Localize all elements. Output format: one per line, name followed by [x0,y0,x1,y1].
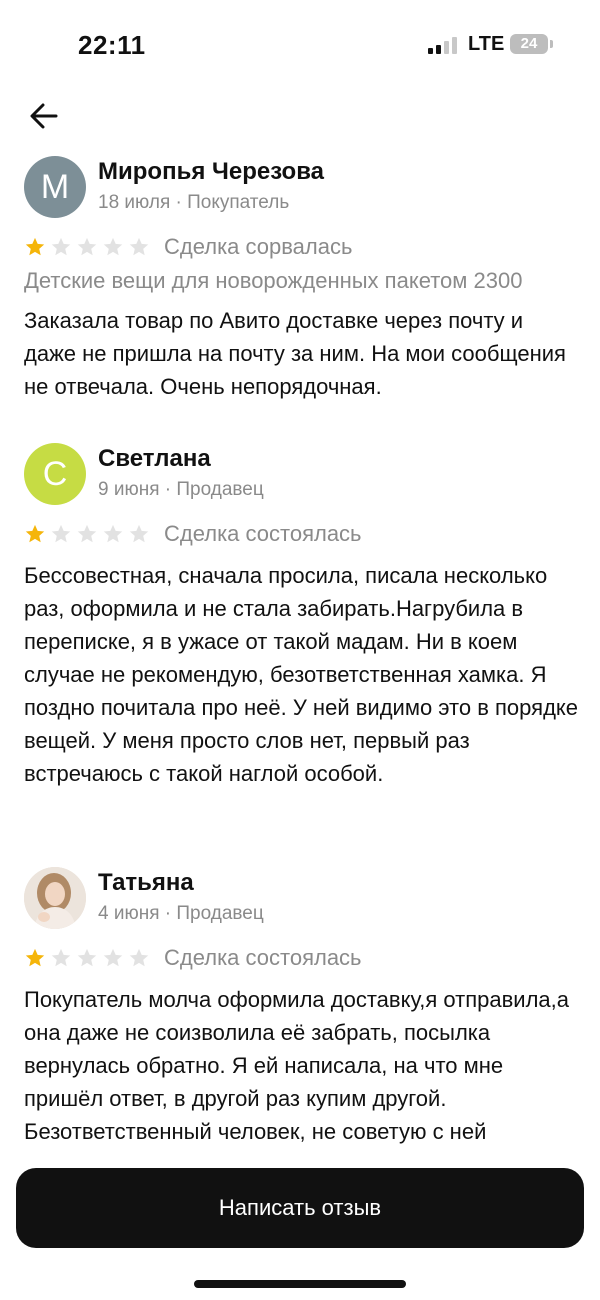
back-button[interactable] [24,96,64,136]
avatar[interactable]: M [24,156,86,218]
review-text: Заказала товар по Авито доставке через п… [24,308,566,399]
review-text: Бессовестная, сначала просила, писала не… [24,563,579,786]
star-empty-icon [103,524,123,543]
status-time: 22:11 [78,30,146,60]
star-empty-icon [129,237,149,256]
review-meta: 4 июня · Продавец [98,903,264,924]
arrow-left-icon [30,103,58,129]
star-empty-icon [129,524,149,543]
review-meta: 9 июня · Продавец [98,479,264,500]
deal-status: Сделка сорвалась [164,234,353,259]
star-empty-icon [103,237,123,256]
avatar-photo [24,867,86,929]
battery-tip [550,40,553,48]
status-bar: 22:11 LTE 24 [0,0,600,90]
network-type: LTE [468,33,505,55]
star-filled-icon [25,237,45,256]
star-empty-icon [103,948,123,967]
star-rating [24,236,150,258]
rating-row: Сделка состоялась [24,521,362,547]
star-empty-icon [129,948,149,967]
rating-row: Сделка сорвалась [24,234,352,260]
review-text: Покупатель молча оформила доставку,я отп… [24,987,570,1144]
avatar[interactable] [24,867,86,929]
review-item-title[interactable]: Детские вещи для новорожденных пакетом 2… [24,268,522,294]
star-empty-icon [77,237,97,256]
home-indicator [194,1280,406,1288]
deal-status: Сделка состоялась [164,521,362,546]
signal-strength-icon [428,36,460,54]
star-empty-icon [77,948,97,967]
reviewer-name[interactable]: Светлана [98,445,211,473]
avatar[interactable]: C [24,443,86,505]
star-empty-icon [51,237,71,256]
deal-status: Сделка состоялась [164,945,362,970]
star-empty-icon [51,948,71,967]
reviewer-name[interactable]: Миропья Черезова [98,158,324,186]
star-filled-icon [25,524,45,543]
star-filled-icon [25,948,45,967]
battery-icon: 24 [510,34,548,54]
reviewer-name[interactable]: Татьяна [98,869,194,897]
star-empty-icon [77,524,97,543]
star-empty-icon [51,524,71,543]
write-review-button[interactable]: Написать отзыв [16,1168,584,1248]
star-rating [24,947,150,969]
star-rating [24,523,150,545]
review-meta: 18 июля · Покупатель [98,192,290,213]
rating-row: Сделка состоялась [24,945,362,971]
